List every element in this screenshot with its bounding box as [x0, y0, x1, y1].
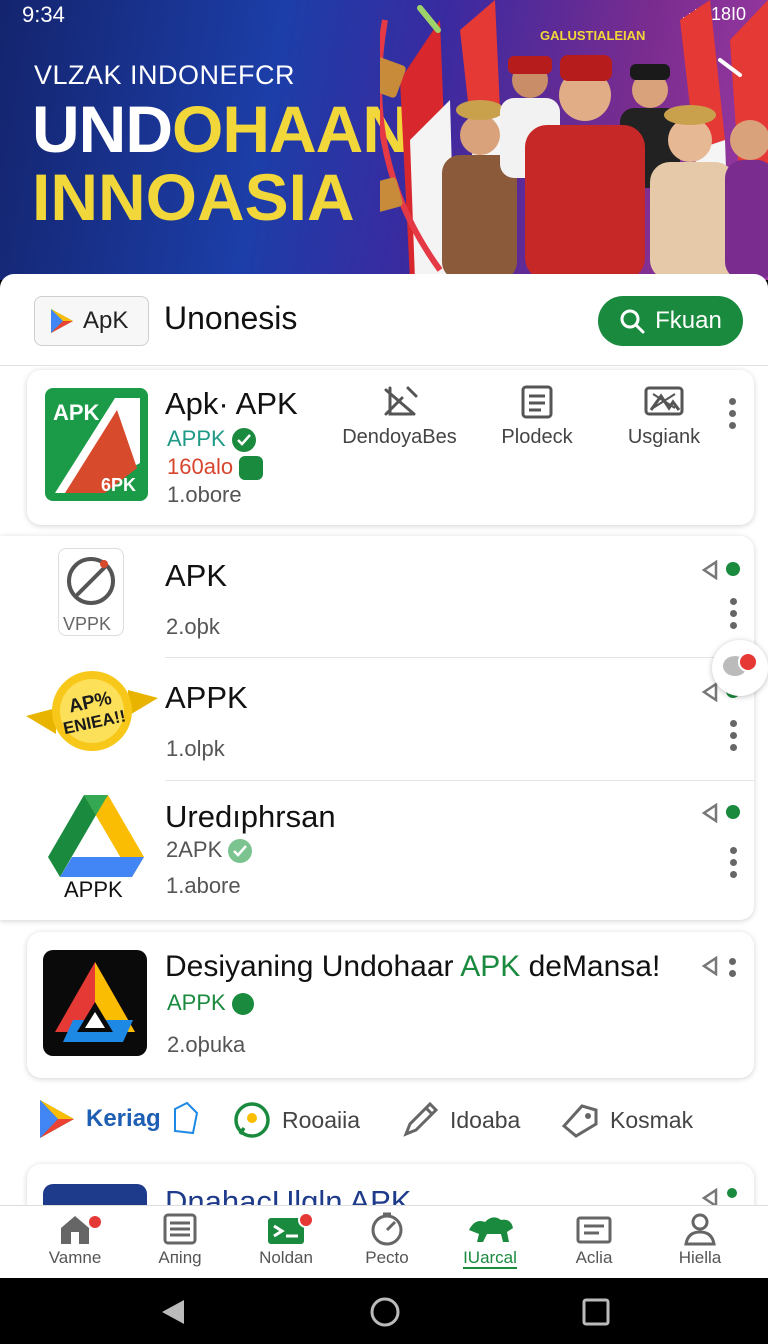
share-icon[interactable]: [700, 956, 718, 976]
notification-badge: [87, 1214, 103, 1230]
category-idoaba[interactable]: Idoaba: [400, 1100, 520, 1140]
action-plodeck[interactable]: Plodeck: [482, 384, 592, 449]
promo-app-card[interactable]: Desiyaning Undohaar APK deMansa! APPK 2.…: [27, 932, 754, 1078]
notification-badge: [298, 1212, 314, 1228]
app-list-card: VPPK APK 2.oþk AP% ENIEA!! APPK 1.olpk A…: [0, 536, 754, 920]
banner-title-line2: INNOASIA: [32, 160, 355, 234]
list-item[interactable]: APPK Uredıphrsan 2APK 1.abore: [0, 781, 754, 919]
more-icon[interactable]: [729, 958, 737, 977]
category-kosmak[interactable]: Kosmak: [560, 1100, 693, 1140]
top-bar: ApK Unonesis Fkuan: [0, 274, 768, 366]
verified-icon: [231, 428, 256, 453]
promo-app-name: Desiyaning Undohaar APK deMansa!: [165, 950, 661, 983]
play-store-icon: [51, 309, 73, 333]
featured-downloads: 1.obore: [167, 482, 242, 507]
svg-text:6PK: 6PK: [101, 475, 136, 495]
status-dot: [726, 562, 740, 576]
home-circle-icon[interactable]: [369, 1296, 401, 1328]
emoji-badge-icon: [239, 456, 264, 481]
animal-icon: [469, 1217, 513, 1242]
share-icon[interactable]: [700, 560, 718, 580]
gauge-icon: [371, 1212, 403, 1246]
list-item[interactable]: AP% ENIEA!! APPK 1.olpk: [0, 658, 754, 780]
banner-title-line1: UNDOHAAN: [32, 92, 410, 166]
nav-item-aclia[interactable]: Aclia: [544, 1212, 644, 1268]
apk-chip[interactable]: ApK: [34, 296, 149, 346]
nav-item-hiella[interactable]: Hiella: [650, 1212, 750, 1268]
nav-item-vamne[interactable]: Vamne: [25, 1212, 125, 1268]
category-rooaiia[interactable]: Rooaiia: [232, 1100, 360, 1140]
more-icon[interactable]: [730, 847, 738, 878]
more-icon[interactable]: [730, 720, 738, 751]
leaf-badge-icon: [231, 993, 254, 1016]
list-item-name: Uredıphrsan: [165, 799, 336, 834]
featured-more-icon[interactable]: [729, 398, 737, 429]
tag-outline-icon: [173, 1101, 198, 1135]
list-item-name: APPK: [165, 680, 248, 715]
list-item[interactable]: VPPK APK 2.oþk: [0, 536, 754, 656]
share-icon[interactable]: [700, 803, 718, 823]
tools-icon: [384, 386, 417, 416]
list-item-meta: 1.olpk: [166, 736, 225, 761]
nav-item-noldan[interactable]: Noldan: [236, 1212, 336, 1268]
nav-item-pecto[interactable]: Pecto: [337, 1212, 437, 1268]
banner-tagline: VLZAK INDONEFCR: [34, 60, 296, 90]
list-item-icon-label: VPPK: [63, 614, 112, 634]
list-item-publisher: 2APK: [166, 837, 253, 864]
badge-icon: AP% ENIEA!!: [26, 671, 158, 751]
promo-meta: 2.oþuka: [167, 1032, 246, 1057]
content-sheet: ApK Unonesis Fkuan APK 6PK Apk· APK APPK…: [0, 274, 768, 1278]
hero-banner[interactable]: 9:34 ¹18I0 VLZAK INDONEFCR UNDOHAAN INNO…: [0, 0, 768, 280]
list-icon: [163, 1213, 197, 1245]
back-icon[interactable]: [160, 1298, 186, 1326]
search-label: Fkuan: [655, 307, 722, 334]
featured-publisher: APPK: [167, 426, 256, 453]
status-dot: [726, 805, 740, 819]
floating-chat-button[interactable]: [712, 640, 768, 696]
status-dot: [727, 1188, 737, 1198]
apk-chip-label: ApK: [83, 307, 129, 334]
list-item-meta: 2.oþk: [166, 614, 220, 639]
person-icon: [684, 1213, 716, 1246]
action-dendoyabes[interactable]: DendoyaBes: [337, 384, 462, 449]
chat-icon: [234, 1102, 270, 1138]
bottom-nav: Vamne Aпing Noldan Pecto IUarcal Aclia H…: [0, 1205, 768, 1278]
share-icon[interactable]: [700, 682, 718, 702]
svg-text:APK: APK: [53, 400, 100, 425]
promo-publisher: APPK: [167, 990, 254, 1016]
featured-app-name[interactable]: Apk· APK: [165, 386, 298, 422]
notification-badge: [738, 652, 758, 672]
card-icon: [576, 1216, 612, 1244]
banner-emblem-text: GALUSTIALEIAN: [540, 28, 646, 43]
action-usgiank[interactable]: Usgiank: [609, 384, 719, 449]
pen-icon: [403, 1101, 439, 1137]
tag-icon: [561, 1104, 598, 1138]
verified-icon: [228, 839, 253, 864]
recents-icon[interactable]: [582, 1298, 610, 1326]
search-button[interactable]: Fkuan: [598, 296, 743, 346]
play-store-icon: [40, 1100, 74, 1138]
featured-rating: 160alo: [167, 454, 264, 481]
list-item-name: APK: [165, 558, 228, 593]
featured-app-icon: APK 6PK: [45, 388, 148, 501]
search-icon: [620, 309, 645, 334]
drive-icon: [48, 795, 144, 877]
document-icon: [521, 385, 553, 419]
system-nav-bar: [0, 1278, 768, 1344]
page-title: Unonesis: [164, 300, 298, 336]
promo-app-icon: [43, 950, 147, 1056]
compass-icon: [67, 557, 115, 605]
nav-item-iuarcal[interactable]: IUarcal: [440, 1212, 540, 1269]
list-item-meta: 1.abore: [166, 873, 241, 898]
nav-item-aning[interactable]: Aпing: [130, 1212, 230, 1268]
status-time: 9:34: [22, 2, 65, 27]
list-item-icon-label: APPK: [64, 877, 123, 902]
more-icon[interactable]: [730, 598, 738, 629]
category-keriag[interactable]: Keriag: [38, 1098, 201, 1140]
featured-app-card[interactable]: APK 6PK Apk· APK APPK 160alo 1.obore Den…: [27, 370, 754, 525]
image-icon: [644, 386, 684, 416]
